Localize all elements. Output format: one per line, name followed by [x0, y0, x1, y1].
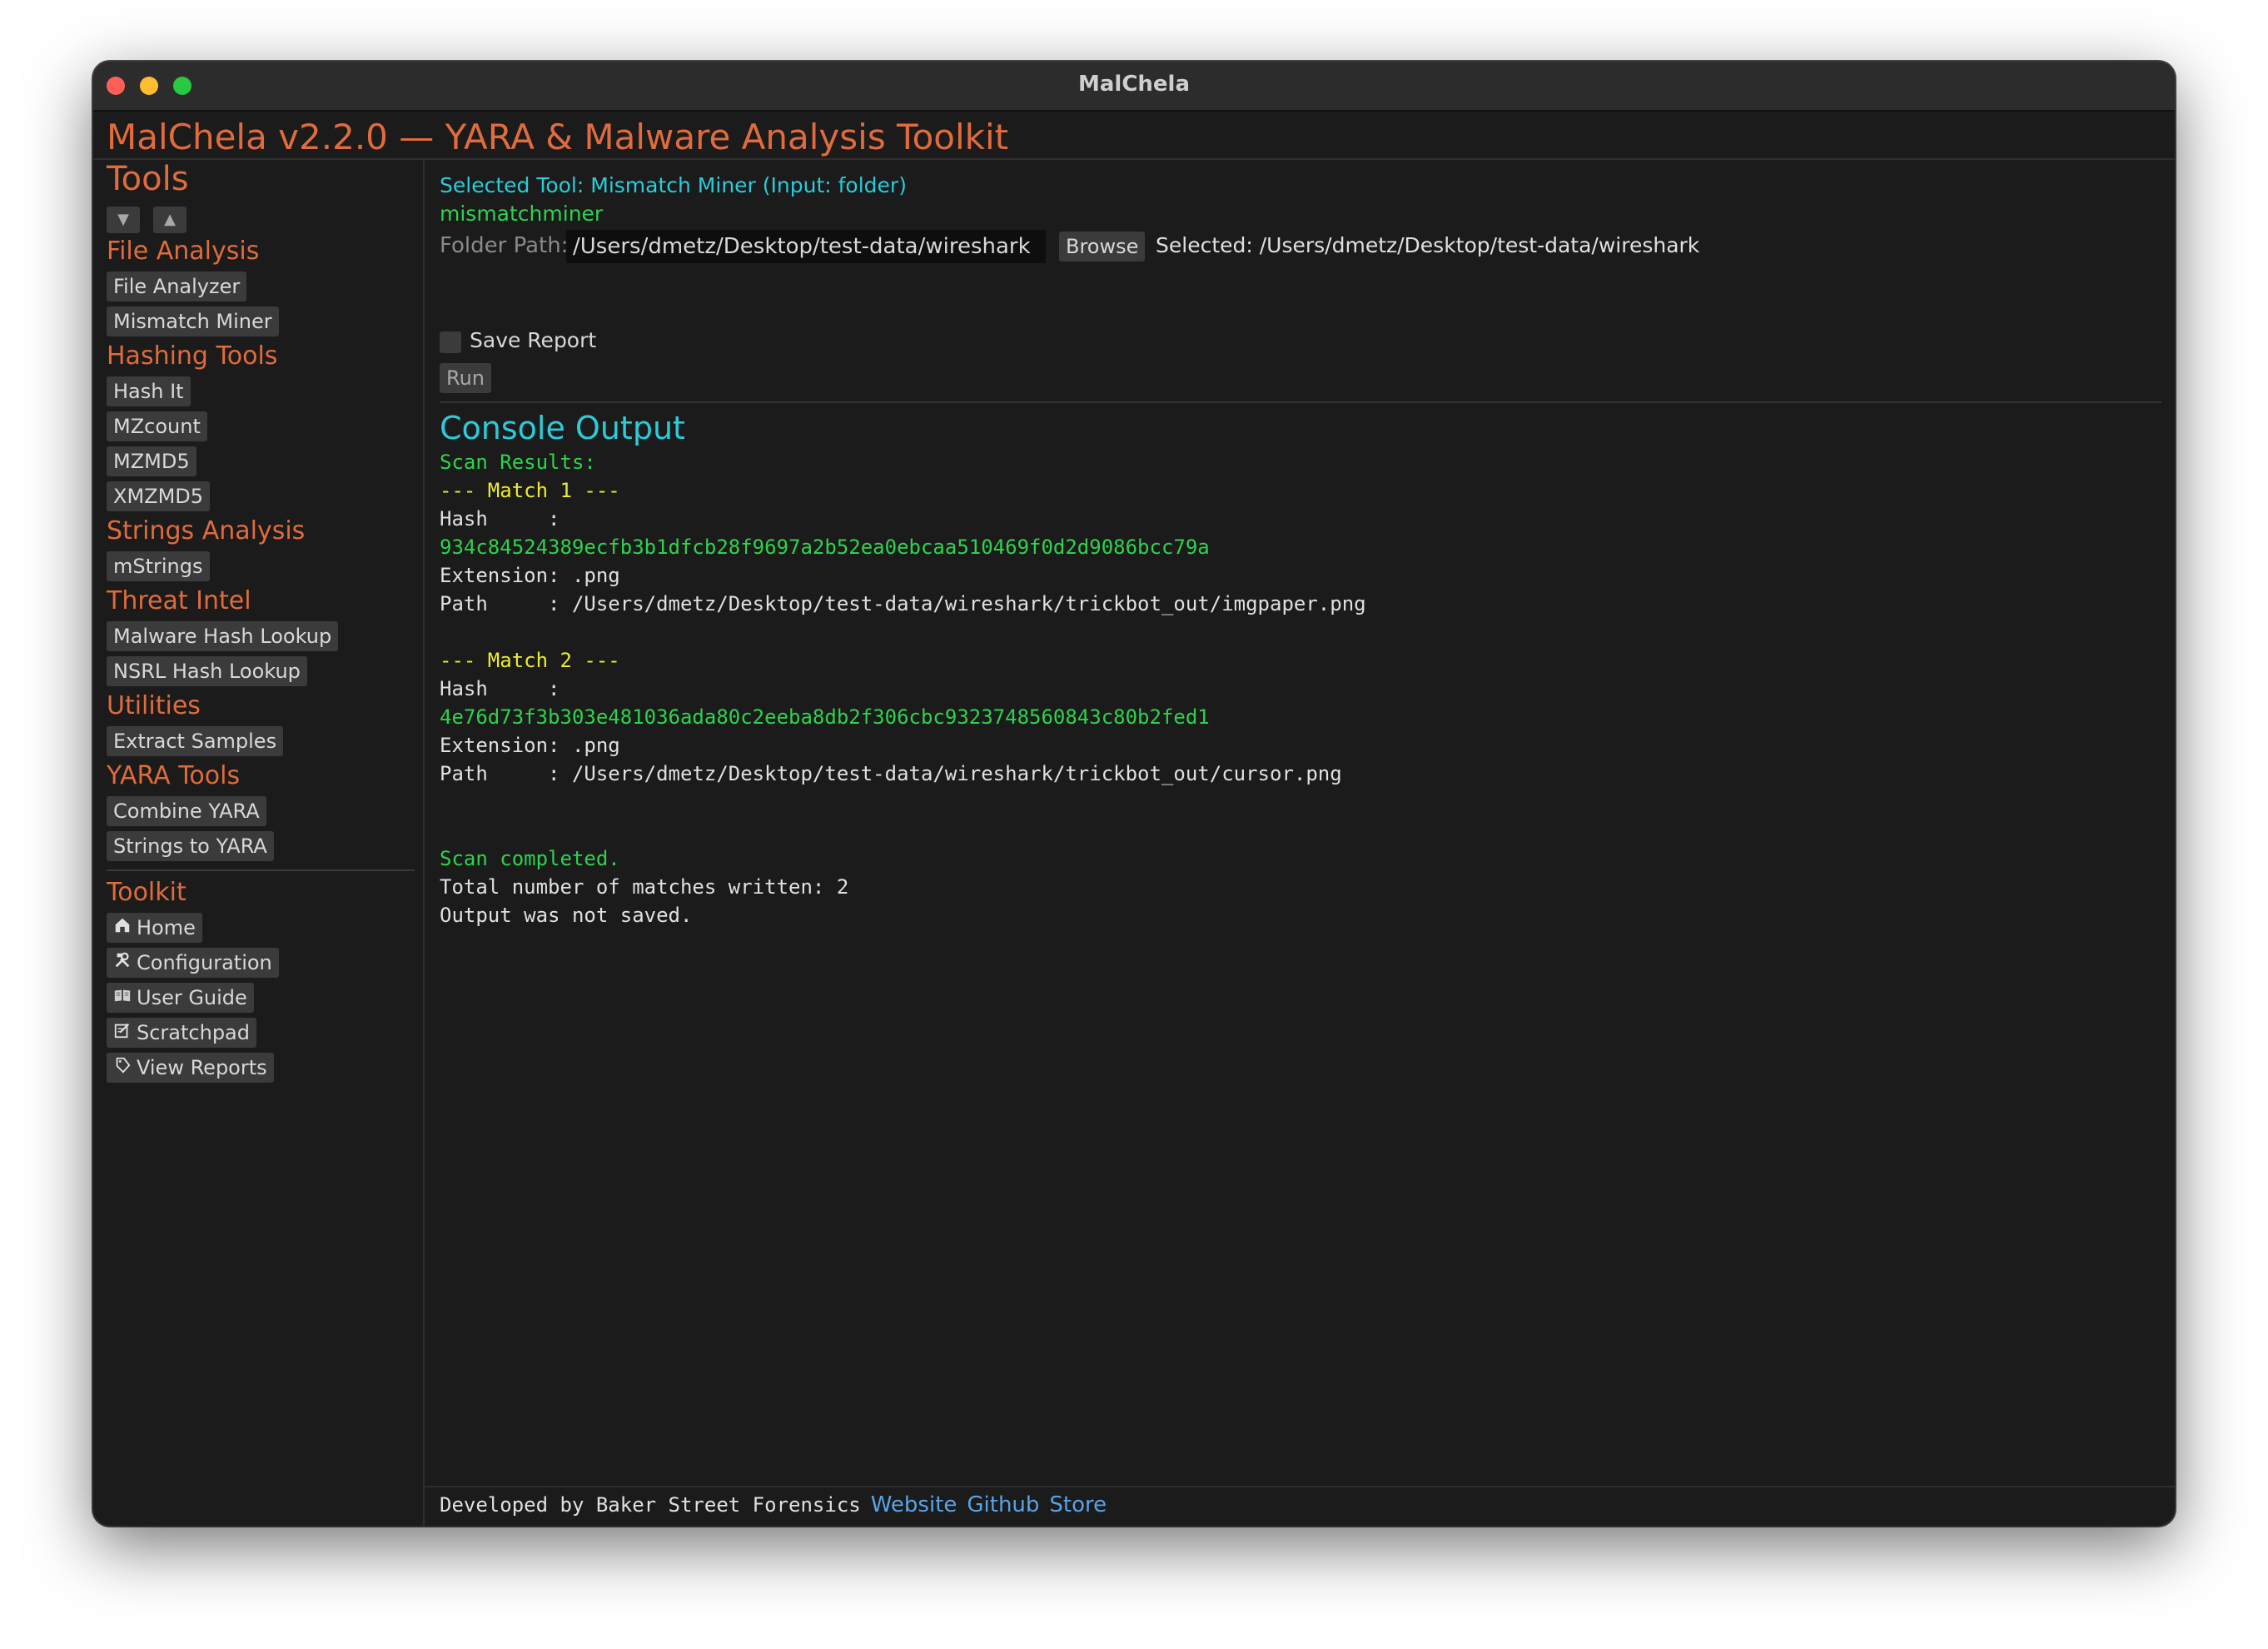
tool-button-extract-samples[interactable]: Extract Samples: [107, 726, 284, 756]
toolkit-heading: Toolkit: [107, 878, 187, 907]
tool-button-mismatch-miner[interactable]: Mismatch Miner: [107, 306, 279, 336]
console-line: 934c84524389ecfb3b1dfcb28f9697a2b52ea0eb…: [440, 536, 1210, 559]
console-line: Scan completed.: [440, 847, 620, 870]
console-line: 4e76d73f3b303e481036ada80c2eeba8db2f306c…: [440, 705, 1210, 729]
console-line: Path : /Users/dmetz/Desktop/test-data/wi…: [440, 762, 1342, 785]
tool-button-mzmd5[interactable]: MZMD5: [107, 446, 196, 476]
console-line: Total number of matches written: 2: [440, 875, 849, 899]
selected-path-label: Selected: /Users/dmetz/Desktop/test-data…: [1156, 233, 1700, 257]
save-report-label: Save Report: [470, 328, 597, 352]
app-title: MalChela v2.2.0 — YARA & Malware Analysi…: [107, 117, 1009, 157]
toolkit-button-user-guide[interactable]: User Guide: [107, 983, 254, 1013]
console-title: Console Output: [440, 410, 685, 446]
tool-button-mstrings[interactable]: mStrings: [107, 551, 210, 581]
console-line: Path : /Users/dmetz/Desktop/test-data/wi…: [440, 592, 1366, 615]
website-link[interactable]: Website: [871, 1492, 957, 1517]
toolkit-label-scratchpad: Scratchpad: [137, 1021, 250, 1044]
tools-icon: [113, 949, 132, 976]
folder-path-input[interactable]: /Users/dmetz/Desktop/test-data/wireshark: [566, 230, 1046, 263]
category-title-yara-tools: YARA Tools: [107, 761, 241, 790]
tool-button-strings-to-yara[interactable]: Strings to YARA: [107, 831, 274, 861]
toolkit-label-configuration: Configuration: [137, 951, 272, 974]
tag-icon: [113, 1054, 132, 1081]
app-header: MalChela v2.2.0 — YARA & Malware Analysi…: [93, 112, 2175, 160]
console-line: Extension: .png: [440, 564, 620, 587]
console-line: Hash :: [440, 677, 560, 700]
toolkit-button-configuration[interactable]: Configuration: [107, 948, 279, 978]
chevron-up-icon: ▲: [164, 211, 176, 228]
app-window: MalChela MalChela v2.2.0 — YARA & Malwar…: [93, 62, 2175, 1526]
tool-button-xmzmd5[interactable]: XMZMD5: [107, 481, 211, 511]
tool-button-mzcount[interactable]: MZcount: [107, 411, 207, 441]
toolkit-button-home[interactable]: Home: [107, 913, 202, 943]
console-output: Scan Results: --- Match 1 --- Hash : 934…: [440, 448, 1366, 929]
category-title-strings-analysis: Strings Analysis: [107, 516, 306, 546]
category-title-file-analysis: File Analysis: [107, 237, 260, 266]
book-icon: [113, 984, 132, 1011]
tool-button-hash-it[interactable]: Hash It: [107, 376, 191, 406]
sidebar: Tools ▼ ▲ File Analysis File Analyzer Mi…: [93, 160, 425, 1526]
console-line: Extension: .png: [440, 734, 620, 757]
folder-path-label: Folder Path:: [440, 233, 569, 258]
footer-credit: Developed by Baker Street Forensics Websi…: [440, 1492, 1107, 1517]
selected-tool-label: Selected Tool: Mismatch Miner (Input: fo…: [440, 173, 907, 197]
toolkit-label-view-reports: View Reports: [137, 1056, 267, 1079]
category-title-utilities: Utilities: [107, 691, 201, 720]
footer: Developed by Baker Street Forensics Websi…: [425, 1486, 2175, 1526]
github-link[interactable]: Github: [967, 1492, 1039, 1517]
home-icon: [113, 914, 132, 941]
notepad-icon: [113, 1019, 132, 1046]
tools-heading: Tools: [107, 160, 189, 198]
toolkit-label-home: Home: [137, 916, 196, 939]
tool-button-malware-hash-lookup[interactable]: Malware Hash Lookup: [107, 621, 339, 651]
store-link[interactable]: Store: [1049, 1492, 1107, 1517]
expand-all-button[interactable]: ▲: [153, 207, 187, 233]
tool-button-nsrl-hash-lookup[interactable]: NSRL Hash Lookup: [107, 656, 307, 686]
toolkit-button-scratchpad[interactable]: Scratchpad: [107, 1018, 256, 1048]
toolkit-button-view-reports[interactable]: View Reports: [107, 1053, 274, 1083]
toolkit-label-user-guide: User Guide: [137, 986, 247, 1009]
title-bar: MalChela: [93, 62, 2175, 112]
console-line: Output was not saved.: [440, 904, 693, 927]
category-title-hashing-tools: Hashing Tools: [107, 341, 278, 371]
console-line: Scan Results:: [440, 451, 596, 474]
sidebar-divider: [107, 869, 415, 871]
run-button[interactable]: Run: [440, 363, 492, 393]
console-line: --- Match 2 ---: [440, 649, 620, 672]
tool-button-file-analyzer[interactable]: File Analyzer: [107, 272, 247, 301]
tool-command-label: mismatchminer: [440, 202, 604, 226]
main-divider: [440, 401, 2161, 403]
console-line: Hash :: [440, 507, 560, 531]
save-report-checkbox[interactable]: [440, 331, 461, 353]
tool-button-combine-yara[interactable]: Combine YARA: [107, 796, 266, 826]
console-line: --- Match 1 ---: [440, 479, 620, 502]
category-title-threat-intel: Threat Intel: [107, 586, 251, 615]
browse-button[interactable]: Browse: [1059, 232, 1146, 262]
footer-text: Developed by Baker Street Forensics: [440, 1493, 861, 1517]
chevron-down-icon: ▼: [117, 211, 129, 228]
main-panel: Selected Tool: Mismatch Miner (Input: fo…: [425, 160, 2175, 1526]
window-title: MalChela: [1077, 72, 1190, 97]
collapse-all-button[interactable]: ▼: [107, 207, 140, 233]
